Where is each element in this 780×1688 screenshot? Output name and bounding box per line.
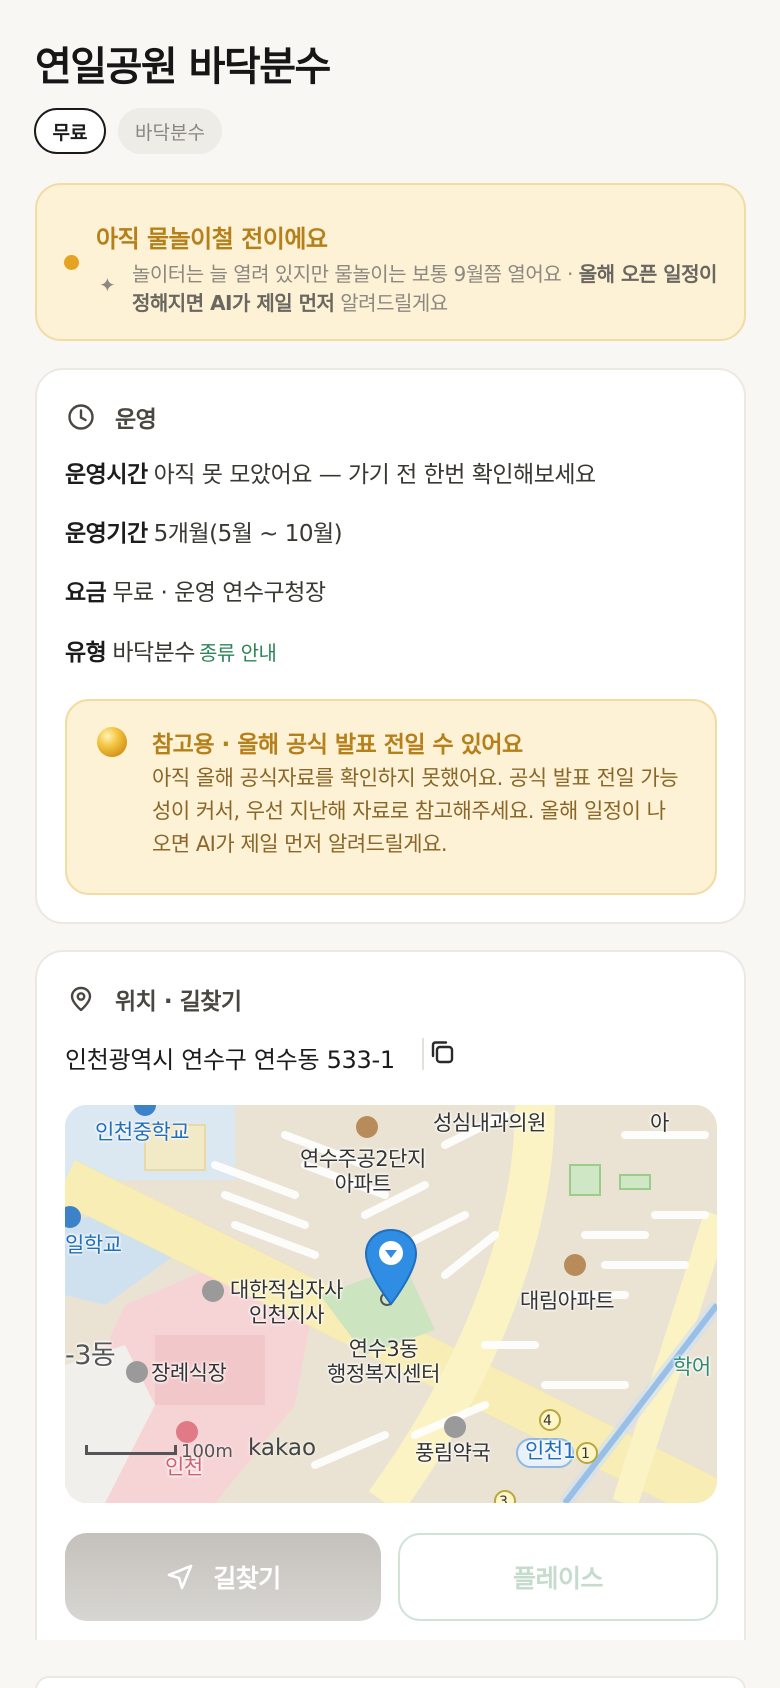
notice-title: 아직 물놀이철 전이에요 <box>96 225 328 253</box>
map-view[interactable]: 인천중학교 일학교 성심내과의원 아 연수주공2단지 아파트 대한적십자사 인천… <box>65 1105 717 1503</box>
hours-value: 아직 못 모았어요 — 가기 전 한번 확인해보세요 <box>153 462 597 488</box>
map-label-edge: 아 <box>650 1111 669 1135</box>
route-badge: 3 <box>499 1494 508 1503</box>
reference-title: 참고용 · 올해 공식 발표 전일 수 있어요 <box>152 732 523 758</box>
hours-row: 운영시간 아직 못 모았어요 — 가기 전 한번 확인해보세요 <box>65 455 596 489</box>
map-scale-label: 100m <box>181 1441 233 1462</box>
operation-header-label: 운영 <box>115 407 157 433</box>
reference-body: 아직 올해 공식자료를 확인하지 못했어요. 공식 발표 전일 가능성이 커서,… <box>152 766 679 856</box>
hours-key: 운영시간 <box>65 462 148 488</box>
address-text: 인천광역시 연수구 연수동 533-1 <box>65 1046 395 1074</box>
clock-icon <box>68 404 94 430</box>
place-button[interactable]: 플레이스 <box>398 1533 718 1621</box>
route-badge: 4 <box>543 1413 552 1429</box>
page-title: 연일공원 바닥분수 <box>35 44 331 90</box>
coin-icon <box>97 727 127 757</box>
location-card: 위치 · 길찾기 인천광역시 연수구 연수동 533-1 인천중학교 일학교 성… <box>35 950 746 1640</box>
location-header-label: 위치 · 길찾기 <box>115 989 242 1015</box>
map-label-funeral: 장례식장 <box>151 1361 227 1385</box>
sparkle-icon: ✦ <box>99 273 116 297</box>
location-header: 위치 · 길찾기 <box>67 982 242 1016</box>
period-row: 운영기간 5개월(5월 ~ 10월) <box>65 514 343 548</box>
fee-row: 요금 무료 · 운영 연수구청장 <box>65 573 326 607</box>
map-label-clinic: 성심내과의원 <box>433 1111 546 1135</box>
map-provider-logo: kakao <box>248 1435 317 1461</box>
next-card-edge <box>35 1676 746 1688</box>
fee-key: 요금 <box>65 580 107 606</box>
type-key: 유형 <box>65 640 107 666</box>
notice-body: 놀이터는 늘 열려 있지만 물놀이는 보통 9월쯤 열어요 · 올해 오픈 일정… <box>132 262 717 315</box>
location-pin-icon <box>70 986 92 1012</box>
directions-button-label: 길찾기 <box>213 1564 281 1593</box>
map-scale-bar <box>85 1445 177 1455</box>
period-value: 5개월(5월 ~ 10월) <box>153 521 343 547</box>
place-button-label: 플레이스 <box>512 1564 604 1593</box>
status-dot-icon <box>64 255 79 270</box>
map-label-pharmacy: 풍림약국 <box>415 1441 491 1465</box>
map-label-school: 인천중학교 <box>95 1120 190 1144</box>
operation-header: 운영 <box>67 400 157 434</box>
map-marker-icon[interactable] <box>363 1228 419 1308</box>
type-badge: 바닥분수 <box>118 108 222 154</box>
operation-card: 운영 운영시간 아직 못 모았어요 — 가기 전 한번 확인해보세요 운영기간 5개… <box>35 368 746 924</box>
map-label-redcross: 대한적십자사 인천지사 <box>230 1278 343 1327</box>
map-label-dong: -3동 <box>65 1340 116 1371</box>
directions-button[interactable]: 길찾기 <box>65 1533 381 1621</box>
type-value: 바닥분수 <box>112 640 195 666</box>
period-key: 운영기간 <box>65 521 148 547</box>
map-label-center: 연수3동 행정복지센터 <box>327 1337 440 1386</box>
type-row: 유형 바닥분수 종류 안내 <box>65 633 277 667</box>
free-badge: 무료 <box>34 108 106 154</box>
route-badge: 1 <box>581 1446 590 1462</box>
copy-address-button[interactable] <box>422 1038 454 1070</box>
map-label-hak: 학어 <box>673 1355 711 1379</box>
reference-notice: 참고용 · 올해 공식 발표 전일 수 있어요 아직 올해 공식자료를 확인하지… <box>65 699 717 895</box>
type-guide-link[interactable]: 종류 안내 <box>199 641 277 665</box>
map-label-daerim: 대림아파트 <box>520 1289 615 1313</box>
fee-value: 무료 · 운영 연수구청장 <box>112 580 326 606</box>
map-label-apartment: 연수주공2단지 아파트 <box>300 1147 426 1196</box>
map-label-station: 인천1 <box>525 1439 576 1463</box>
map-label-school-edge: 일학교 <box>65 1233 122 1257</box>
season-notice: 아직 물놀이철 전이에요 ✦ 놀이터는 늘 열려 있지만 물놀이는 보통 9월쯤… <box>35 183 746 341</box>
navigation-arrow-icon <box>167 1564 193 1590</box>
copy-icon <box>431 1041 454 1064</box>
